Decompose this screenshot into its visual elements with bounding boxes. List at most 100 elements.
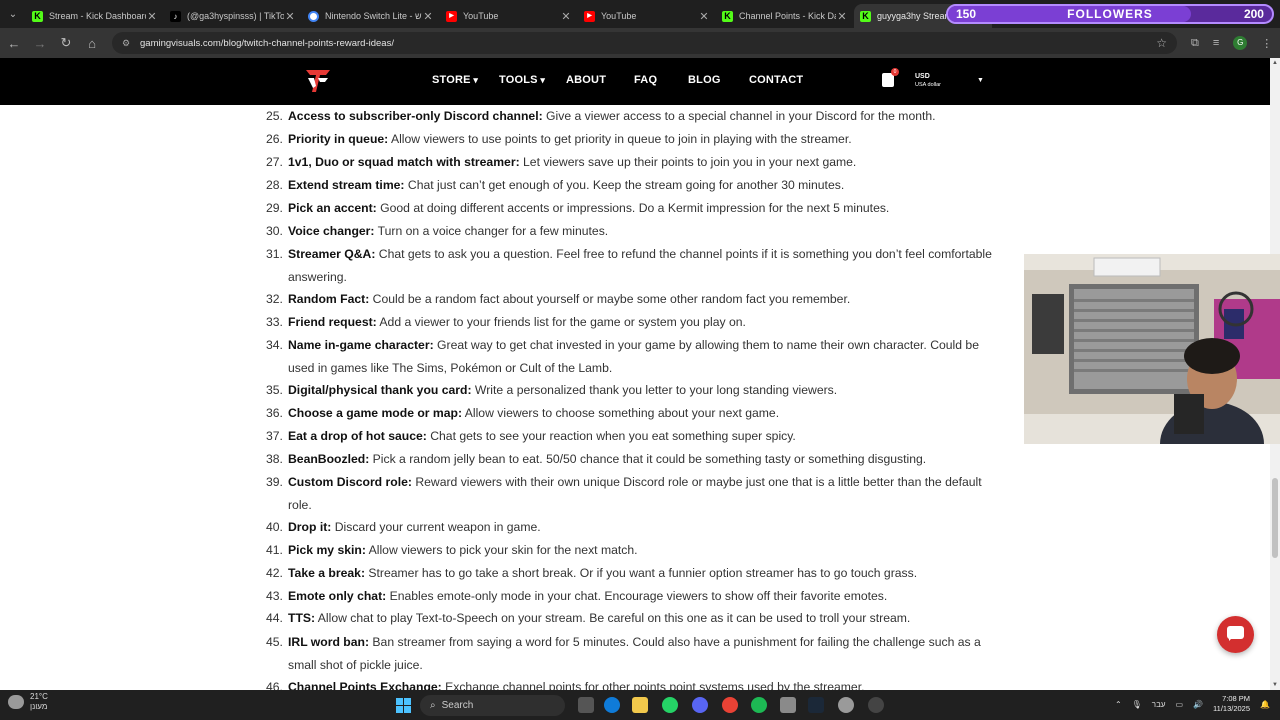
nav-item-label: TOOLS [499,74,538,86]
list-item-title: TTS: [288,611,316,625]
list-item-number: 39. [266,475,283,489]
list-item-title: Pick an accent: [288,201,377,215]
followers-goal: 200 [1243,7,1264,21]
list-item-description: Let viewers save up their points to join… [519,155,857,169]
list-item-number: 44. [266,611,283,625]
windows-taskbar: 21°C מעונן ⌕ Search ⌃ 🎙 עבר ▭ 🔊 7:08 PM … [0,690,1280,720]
tab-title: YouTube [601,11,637,21]
obs-icon[interactable] [868,697,884,713]
notifications-icon[interactable]: 🔔 [1260,700,1270,709]
forward-icon[interactable]: → [28,31,52,55]
network-icon[interactable]: ▭ [1176,700,1184,709]
scroll-up-icon[interactable]: ▲ [1272,60,1278,66]
list-item-title: Voice changer: [288,224,375,238]
youtube-icon: ▶ [446,10,457,22]
list-item-title: Custom Discord role: [288,475,412,489]
task-view-icon[interactable] [578,697,594,713]
scrollbar-thumb[interactable] [1272,478,1278,558]
browser-tab[interactable]: ▶ YouTube ✕ [578,4,716,28]
weather-widget[interactable]: 21°C מעונן [8,692,48,712]
list-item: 27. 1v1, Duo or squad match with streamer… [266,151,1008,174]
tab-close-icon[interactable]: ✕ [422,10,434,23]
volume-icon[interactable]: 🔊 [1193,700,1203,709]
tab-close-icon[interactable]: ✕ [284,10,296,23]
scroll-down-icon[interactable]: ▼ [1272,682,1278,688]
list-item-description: Could be a random fact about yourself or… [369,292,851,306]
browser-menu-icon[interactable]: ⋮ [1261,37,1272,50]
reload-icon[interactable]: ↻ [54,31,78,55]
tab-close-icon[interactable]: ✕ [698,10,710,23]
chevron-down-icon: ▾ [470,75,479,85]
home-icon[interactable]: ⌂ [80,31,104,55]
browser-tab[interactable]: K Channel Points - Kick Das ✕ [716,4,854,28]
list-item-number: 45. [266,635,283,649]
notepad-icon[interactable] [780,697,796,713]
language-indicator[interactable]: עבר [1152,700,1166,709]
site-logo-icon[interactable] [304,66,332,96]
followers-label: FOLLOWERS [1067,7,1153,21]
media-controls-icon[interactable]: ≡ [1213,37,1219,49]
settings-gear-icon[interactable] [838,697,854,713]
browser-tab[interactable]: K Stream - Kick Dashboard ✕ [26,4,164,28]
tab-close-icon[interactable]: ✕ [836,10,848,23]
whatsapp-icon[interactable] [662,697,678,713]
list-item-description: Pick a random jelly bean to eat. 50/50 c… [369,452,927,466]
browser-tab[interactable]: ▶ YouTube ✕ [440,4,578,28]
cart-count-badge: 0 [891,68,899,76]
list-item-title: Name in-game character: [288,338,434,352]
kick-icon: K [860,10,871,22]
clock-time: 7:08 PM [1222,694,1251,703]
list-item-description: Allow chat to play Text-to-Speech on you… [315,611,911,625]
tab-search-chevron-icon[interactable]: ⌄ [0,0,26,28]
back-icon[interactable]: ← [2,31,26,55]
bookmark-star-icon[interactable]: ☆ [1156,36,1167,50]
list-item: 34. Name in-game character: Great way to … [266,334,1008,380]
list-item-title: IRL word ban: [288,635,370,649]
nav-item-about[interactable]: ABOUT [566,74,606,86]
nav-item-contact[interactable]: CONTACT [749,74,803,86]
extensions-icon[interactable]: ⧉ [1191,37,1199,50]
weather-temp: 21°C [30,692,48,701]
list-item-number: 36. [266,406,283,420]
list-item-description: Enables emote-only mode in your chat. En… [386,589,888,603]
windows-start-icon[interactable] [396,698,411,713]
search-icon: ⌕ [430,700,436,711]
list-item-description: Chat gets to see your reaction when you … [426,429,796,443]
list-item-number: 31. [266,247,283,261]
chevron-down-icon[interactable]: ▼ [977,77,984,84]
system-tray: ⌃ 🎙 עבר ▭ 🔊 7:08 PM 11/13/2025 🔔 [1115,694,1270,714]
list-item: 25. Access to subscriber-only Discord cha… [266,105,1008,128]
chrome-icon[interactable] [722,697,738,713]
steam-icon[interactable] [808,697,824,713]
nav-item-store[interactable]: STORE ▾ [432,74,478,86]
list-item: 45. IRL word ban: Ban streamer from sayin… [266,631,1008,677]
clock-date: 11/13/2025 [1213,704,1251,713]
currency-selector[interactable]: USD USA dollar [915,73,941,89]
edge-icon[interactable] [604,697,620,713]
nav-item-faq[interactable]: FAQ [634,74,657,86]
site-info-icon[interactable]: ⚙ [122,38,132,48]
list-item-title: Access to subscriber-only Discord channe… [288,109,543,123]
tray-chevron-up-icon[interactable]: ⌃ [1115,700,1122,709]
microphone-icon[interactable]: 🎙 [1132,700,1142,709]
profile-avatar[interactable]: G [1233,36,1248,50]
list-item-number: 26. [266,132,283,146]
tab-close-icon[interactable]: ✕ [560,10,572,23]
tab-close-icon[interactable]: ✕ [146,10,158,23]
url-text: gamingvisuals.com/blog/twitch-channel-po… [140,37,394,49]
tab-title: Nintendo Switch Lite - ג ש [325,11,422,21]
spotify-icon[interactable] [751,697,767,713]
file-explorer-icon[interactable] [632,697,648,713]
nav-item-blog[interactable]: BLOG [688,74,721,86]
browser-tab[interactable]: Nintendo Switch Lite - ג ש✕ [302,4,440,28]
address-bar[interactable]: ⚙ gamingvisuals.com/blog/twitch-channel-… [112,32,1177,54]
nav-item-tools[interactable]: TOOLS ▾ [499,74,545,86]
browser-tab[interactable]: ♪ (@ga3hyspinsss) | TikTok ✕ [164,4,302,28]
clock[interactable]: 7:08 PM 11/13/2025 [1213,694,1250,714]
nav-item-label: FAQ [634,74,658,86]
taskbar-search[interactable]: ⌕ Search [420,695,565,716]
list-item: 44. TTS: Allow chat to play Text-to-Speec… [266,607,1008,630]
discord-icon[interactable] [692,697,708,713]
chat-widget-button[interactable] [1217,616,1254,653]
list-item: 30. Voice changer: Turn on a voice change… [266,220,1008,243]
